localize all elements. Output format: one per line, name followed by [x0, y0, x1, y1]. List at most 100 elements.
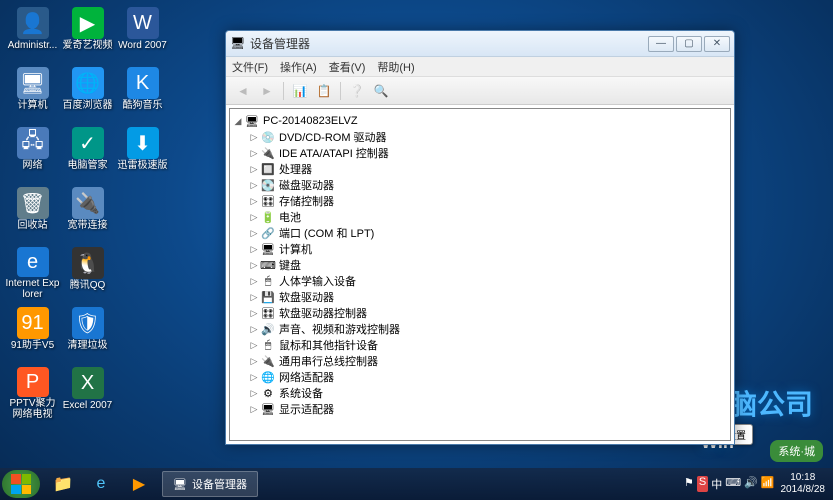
expand-icon[interactable]: ▷: [248, 212, 260, 223]
tree-node[interactable]: ▷🎛软盘驱动器控制器: [248, 305, 728, 321]
menu-help[interactable]: 帮助(H): [377, 59, 414, 75]
desktop-icon[interactable]: eInternet Explorer: [5, 245, 60, 300]
node-label: 计算机: [279, 241, 312, 257]
tray-lang-icon[interactable]: 中: [711, 476, 722, 492]
desktop-icon[interactable]: 9191助手V5: [5, 305, 60, 360]
expand-icon[interactable]: ▷: [248, 356, 260, 367]
system-tray: ⚑ S 中 ⌨ 🔊 📶 10:18 2014/8/28: [684, 472, 831, 496]
pinned-media[interactable]: ▶: [120, 470, 158, 498]
tree-node[interactable]: ▷🔗端口 (COM 和 LPT): [248, 225, 728, 241]
collapse-icon[interactable]: ◢: [232, 116, 244, 127]
taskbar-task[interactable]: 🖥设备管理器: [162, 471, 258, 497]
desktop-icon[interactable]: 👤Administr...: [5, 5, 60, 60]
titlebar[interactable]: 🖥 设备管理器 — ▢ ✕: [226, 31, 734, 57]
expand-icon[interactable]: ▷: [248, 340, 260, 351]
start-button[interactable]: [2, 470, 40, 498]
show-hidden-button[interactable]: 📊: [289, 80, 311, 102]
expand-icon[interactable]: ▷: [248, 372, 260, 383]
desktop-icon[interactable]: ▶爱奇艺视频: [60, 5, 115, 60]
icon-label: 腾讯QQ: [70, 280, 106, 291]
expand-icon[interactable]: ▷: [248, 148, 260, 159]
expand-icon[interactable]: ▷: [248, 244, 260, 255]
tray-ime-icon[interactable]: S: [697, 476, 708, 492]
node-label: 存储控制器: [279, 193, 334, 209]
desktop-icon[interactable]: K酷狗音乐: [115, 65, 170, 120]
tray-keyboard-icon[interactable]: ⌨: [725, 476, 741, 492]
tree-node[interactable]: ▷⚙系统设备: [248, 385, 728, 401]
tree-node[interactable]: ▷🖥显示适配器: [248, 401, 728, 417]
node-label: 系统设备: [279, 385, 323, 401]
app-icon: 👤: [17, 7, 49, 39]
tree-node[interactable]: ▷💽磁盘驱动器: [248, 177, 728, 193]
help-button[interactable]: ❔: [346, 80, 368, 102]
maximize-button[interactable]: ▢: [676, 36, 702, 52]
desktop-icon[interactable]: 🛡清理垃圾: [60, 305, 115, 360]
icon-label: Internet Explorer: [6, 278, 60, 300]
tree-node[interactable]: ▷🖱人体学输入设备: [248, 273, 728, 289]
expand-icon[interactable]: ▷: [248, 164, 260, 175]
desktop-icon[interactable]: 🖧网络: [5, 125, 60, 180]
clock[interactable]: 10:18 2014/8/28: [781, 472, 826, 496]
tray-sound-icon[interactable]: 🔊: [744, 476, 758, 492]
expand-icon[interactable]: ▷: [248, 228, 260, 239]
desktop-icon[interactable]: WWord 2007: [115, 5, 170, 60]
device-category-icon: 🔊: [260, 322, 276, 336]
tree-node[interactable]: ▷🔋电池: [248, 209, 728, 225]
icon-label: 回收站: [18, 220, 48, 231]
pinned-ie[interactable]: e: [82, 470, 120, 498]
desktop-icon[interactable]: 🌐百度浏览器: [60, 65, 115, 120]
expand-icon[interactable]: ▷: [248, 404, 260, 415]
device-category-icon: 🎛: [260, 306, 276, 320]
desktop-icon[interactable]: ✓电脑管家: [60, 125, 115, 180]
expand-icon[interactable]: ▷: [248, 292, 260, 303]
desktop-icon[interactable]: 🐧腾讯QQ: [60, 245, 115, 300]
node-label: 电池: [279, 209, 301, 225]
forward-button: ►: [256, 80, 278, 102]
menu-file[interactable]: 文件(F): [232, 59, 268, 75]
device-tree-area[interactable]: ◢ 🖥 PC-20140823ELVZ ▷💿DVD/CD-ROM 驱动器▷🔌ID…: [229, 108, 731, 441]
tree-node[interactable]: ▷💾软盘驱动器: [248, 289, 728, 305]
expand-icon[interactable]: ▷: [248, 132, 260, 143]
device-category-icon: ⚙: [260, 386, 276, 400]
expand-icon[interactable]: ▷: [248, 388, 260, 399]
expand-icon[interactable]: ▷: [248, 324, 260, 335]
menu-action[interactable]: 操作(A): [280, 59, 317, 75]
tree-node[interactable]: ▷⌨键盘: [248, 257, 728, 273]
tree-node[interactable]: ▷🖱鼠标和其他指针设备: [248, 337, 728, 353]
desktop-icon[interactable]: 🖥计算机: [5, 65, 60, 120]
refresh-button[interactable]: 🔍: [370, 80, 392, 102]
tree-node[interactable]: ▷🎛存储控制器: [248, 193, 728, 209]
pinned-explorer[interactable]: 📁: [44, 470, 82, 498]
tree-node[interactable]: ▷🔲处理器: [248, 161, 728, 177]
node-label: 键盘: [279, 257, 301, 273]
minimize-button[interactable]: —: [648, 36, 674, 52]
desktop-icon[interactable]: 🔌宽带连接: [60, 185, 115, 240]
desktop-icon[interactable]: 🗑回收站: [5, 185, 60, 240]
tree-node[interactable]: ▷🌐网络适配器: [248, 369, 728, 385]
expand-icon[interactable]: ▷: [248, 260, 260, 271]
desktop-icon[interactable]: XExcel 2007: [60, 365, 115, 420]
device-category-icon: 🎛: [260, 194, 276, 208]
tree-node[interactable]: ▷💿DVD/CD-ROM 驱动器: [248, 129, 728, 145]
tree-node[interactable]: ▷🔌IDE ATA/ATAPI 控制器: [248, 145, 728, 161]
close-button[interactable]: ✕: [704, 36, 730, 52]
tray-flag-icon[interactable]: ⚑: [684, 476, 694, 492]
expand-icon[interactable]: ▷: [248, 196, 260, 207]
tray-network-icon[interactable]: 📶: [761, 476, 775, 492]
expand-icon[interactable]: ▷: [248, 276, 260, 287]
expand-icon[interactable]: ▷: [248, 308, 260, 319]
device-category-icon: 🔋: [260, 210, 276, 224]
tray-icons[interactable]: ⚑ S 中 ⌨ 🔊 📶: [684, 476, 775, 492]
node-label: 声音、视频和游戏控制器: [279, 321, 400, 337]
tree-node[interactable]: ▷🔊声音、视频和游戏控制器: [248, 321, 728, 337]
properties-button[interactable]: 📋: [313, 80, 335, 102]
tree-node[interactable]: ▷🖥计算机: [248, 241, 728, 257]
app-icon: 🌐: [72, 67, 104, 99]
tree-node[interactable]: ▷🔌通用串行总线控制器: [248, 353, 728, 369]
tree-root-node[interactable]: ◢ 🖥 PC-20140823ELVZ: [232, 113, 728, 129]
expand-icon[interactable]: ▷: [248, 180, 260, 191]
desktop-icon[interactable]: ⬇迅雷极速版: [115, 125, 170, 180]
menu-view[interactable]: 查看(V): [329, 59, 366, 75]
root-label: PC-20140823ELVZ: [263, 115, 358, 127]
desktop-icon[interactable]: PPPTV聚力 网络电视: [5, 365, 60, 420]
